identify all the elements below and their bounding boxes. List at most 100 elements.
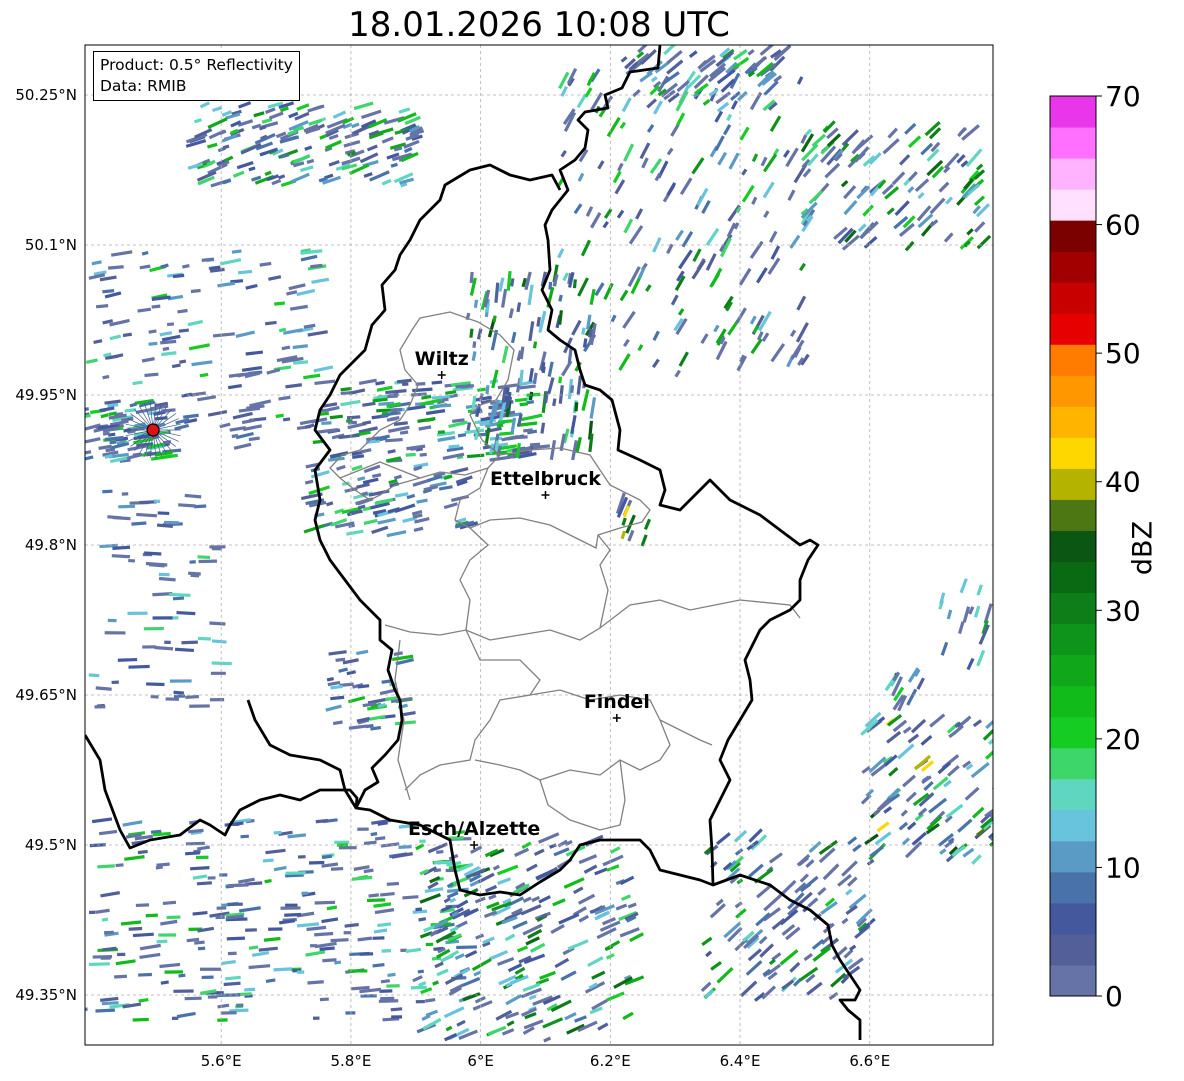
echo-cell [937, 761, 952, 775]
echo-cell [192, 910, 208, 916]
echo-cell [893, 215, 909, 230]
colorbar-segment [1050, 344, 1096, 376]
echo-cell [602, 854, 624, 867]
echo-cell [920, 734, 933, 746]
echo-cell [387, 972, 396, 978]
echo-cell [217, 1018, 228, 1022]
echo-cell [211, 639, 227, 644]
echo-cell [306, 158, 315, 164]
echo-cell [386, 530, 407, 538]
echo-cell [197, 395, 217, 402]
echo-cell [142, 645, 156, 649]
echo-cell [574, 1015, 587, 1023]
echo-cell [848, 893, 867, 910]
echo-cell [590, 211, 602, 229]
echo-cell [153, 499, 161, 504]
echo-cell [405, 452, 416, 457]
echo-cell [966, 228, 974, 236]
echo-cell [540, 422, 546, 434]
echo-cell [102, 289, 115, 294]
echo-cell [629, 932, 644, 943]
echo-cell [436, 849, 444, 854]
echo-cell [710, 267, 723, 287]
echo-cell [652, 330, 660, 342]
echo-cell [869, 845, 884, 858]
echo-cell [137, 307, 152, 313]
echo-cell [197, 946, 206, 951]
echo-cell [235, 330, 256, 338]
echo-cell [907, 733, 920, 744]
echo-cell [533, 848, 545, 857]
echo-cell [95, 908, 110, 914]
echo-cell [398, 845, 412, 849]
echo-cell [319, 411, 330, 416]
echo-cell [488, 894, 497, 900]
echo-cell [558, 385, 564, 404]
echo-cell [151, 304, 161, 309]
echo-cell [304, 479, 314, 485]
echo-cell [747, 48, 755, 56]
echo-cell [159, 331, 173, 337]
echo-cell [362, 477, 379, 485]
echo-cell [643, 518, 652, 530]
echo-cell [763, 210, 770, 218]
echo-cell [93, 339, 103, 344]
echo-cell [381, 178, 392, 186]
echo-cell [768, 230, 778, 243]
echo-cell [803, 953, 813, 962]
echo-cell [973, 605, 981, 618]
colorbar-segment [1050, 809, 1096, 842]
echo-cell [750, 55, 768, 70]
echo-cell [241, 418, 255, 425]
echo-cell [245, 928, 257, 932]
echo-cell [190, 573, 200, 578]
echo-cell [789, 961, 801, 973]
echo-cell [91, 260, 102, 266]
city-label: Esch/Alzette [408, 818, 540, 840]
echo-cell [646, 124, 655, 133]
echo-cell [532, 372, 538, 385]
echo-cell [85, 407, 90, 413]
echo-cell [812, 946, 831, 962]
echo-cell [674, 369, 681, 378]
echo-cell [886, 207, 895, 216]
echo-cell [330, 695, 345, 701]
echo-cell [424, 997, 436, 1003]
echo-cell [197, 555, 211, 560]
echo-cell [275, 413, 284, 419]
echo-cell [225, 975, 241, 981]
echo-cell [612, 170, 622, 184]
echo-cell [577, 172, 585, 182]
echo-cell [651, 358, 660, 369]
echo-cell [100, 891, 121, 898]
echo-cell [762, 181, 775, 199]
echo-cell [377, 922, 392, 928]
echo-cell [691, 259, 706, 280]
echo-cell [527, 284, 534, 306]
echo-cell [251, 950, 270, 957]
echo-cell [283, 328, 303, 335]
echo-cell [419, 452, 427, 457]
echo-cell [132, 1017, 149, 1022]
colorbar-segment [1050, 220, 1096, 252]
echo-cell [862, 204, 874, 217]
echo-cell [620, 56, 628, 63]
echo-cell [549, 843, 557, 849]
echo-cell [262, 858, 274, 863]
echo-cell [663, 45, 679, 56]
echo-cell [390, 1007, 403, 1012]
echo-cell [146, 682, 165, 687]
echo-cell [258, 946, 278, 952]
product-info-box: Product: 0.5° Reflectivity Data: RMIB [93, 51, 300, 101]
echo-cell [366, 898, 386, 903]
echo-cell [248, 436, 260, 442]
colorbar-label: dBZ [1127, 520, 1159, 576]
echo-cell [538, 832, 560, 844]
echo-cell [891, 171, 906, 186]
echo-cell [184, 493, 202, 499]
echo-cell [169, 679, 192, 683]
echo-cell [567, 347, 573, 364]
echo-cell [274, 301, 285, 306]
city-label: Ettelbruck [490, 468, 601, 490]
echo-cell [292, 344, 308, 350]
